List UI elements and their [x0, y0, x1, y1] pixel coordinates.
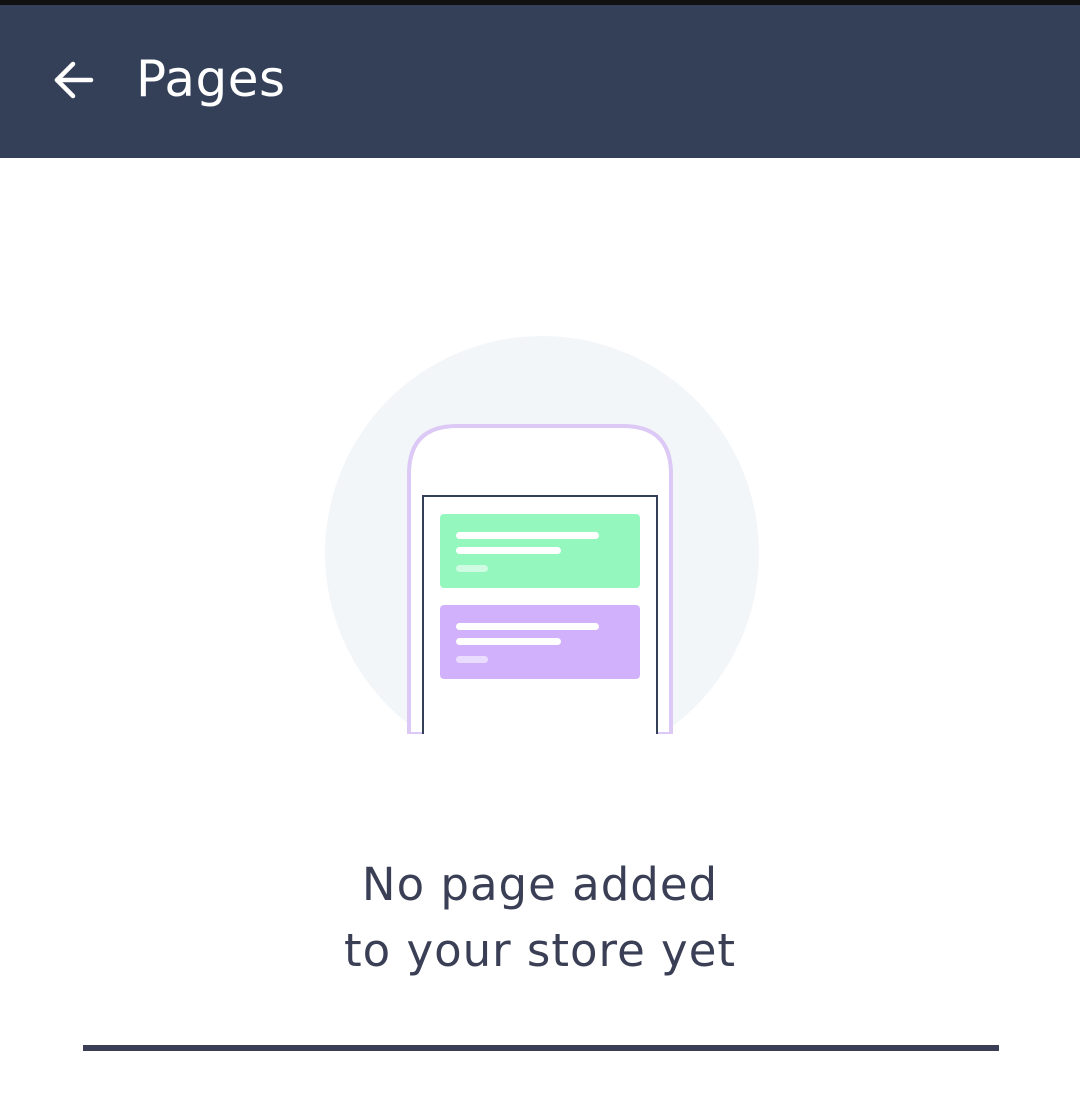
page-title: Pages	[136, 50, 286, 108]
app-bar: Pages	[0, 5, 1080, 158]
back-button[interactable]	[46, 53, 100, 107]
phone-with-page-cards-illustration	[320, 334, 760, 774]
empty-state-message: No page added to your store yet	[140, 852, 940, 984]
arrow-left-icon	[54, 61, 94, 99]
empty-state-line-1: No page added	[361, 858, 719, 911]
divider	[83, 1045, 999, 1051]
empty-state-line-2: to your store yet	[343, 924, 737, 977]
